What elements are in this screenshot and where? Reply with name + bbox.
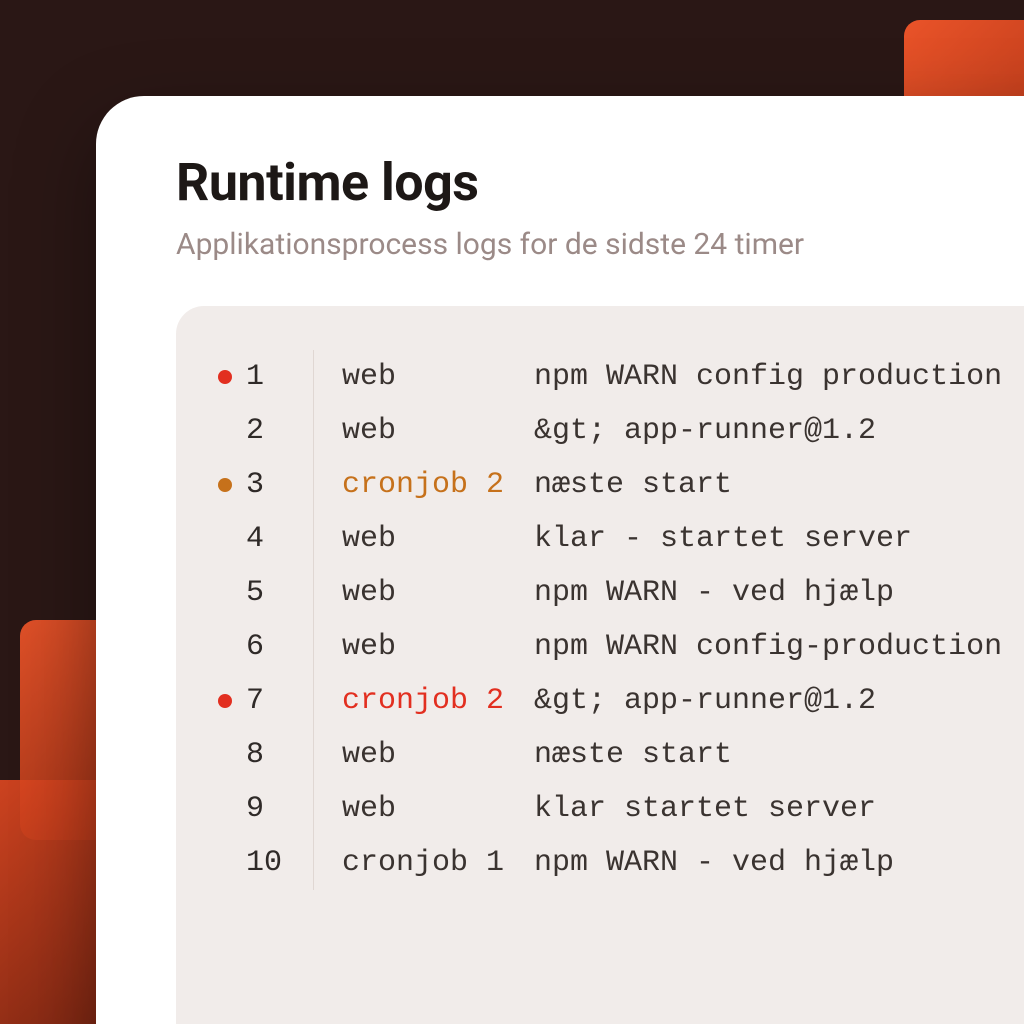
line-number: 4 bbox=[240, 512, 314, 566]
log-message: npm WARN - ved hjælp bbox=[530, 578, 894, 608]
line-number: 8 bbox=[240, 728, 314, 782]
red-status-dot-icon bbox=[218, 370, 232, 384]
log-message: &gt; app-runner@1.2 bbox=[530, 686, 876, 716]
log-message: npm WARN config production bbox=[530, 362, 1002, 392]
log-message: klar - startet server bbox=[530, 524, 912, 554]
status-dot-cell bbox=[210, 478, 240, 492]
log-source: web bbox=[314, 416, 530, 446]
logs-card: Runtime logs Applikationsprocess logs fo… bbox=[96, 96, 1024, 1024]
log-source: web bbox=[314, 794, 530, 824]
log-message: næste start bbox=[530, 470, 732, 500]
log-row[interactable]: 2web&gt; app-runner@1.2 bbox=[210, 404, 1024, 458]
line-number: 10 bbox=[240, 836, 314, 890]
amber-status-dot-icon bbox=[218, 478, 232, 492]
log-message: &gt; app-runner@1.2 bbox=[530, 416, 876, 446]
log-row[interactable]: 8webnæste start bbox=[210, 728, 1024, 782]
log-source: web bbox=[314, 578, 530, 608]
line-number: 5 bbox=[240, 566, 314, 620]
log-source: cronjob 2 bbox=[314, 470, 530, 500]
log-row[interactable]: 10cronjob 1npm WARN - ved hjælp bbox=[210, 836, 1024, 890]
line-number: 9 bbox=[240, 782, 314, 836]
status-dot-cell bbox=[210, 370, 240, 384]
log-source: web bbox=[314, 362, 530, 392]
line-number: 2 bbox=[240, 404, 314, 458]
line-number: 6 bbox=[240, 620, 314, 674]
log-row[interactable]: 9webklar startet server bbox=[210, 782, 1024, 836]
log-source: cronjob 1 bbox=[314, 848, 530, 878]
log-row[interactable]: 7cronjob 2&gt; app-runner@1.2 bbox=[210, 674, 1024, 728]
page-title: Runtime logs bbox=[176, 152, 1024, 213]
log-row[interactable]: 4webklar - startet server bbox=[210, 512, 1024, 566]
log-source: web bbox=[314, 524, 530, 554]
status-dot-cell bbox=[210, 694, 240, 708]
log-row[interactable]: 3cronjob 2næste start bbox=[210, 458, 1024, 512]
red-status-dot-icon bbox=[218, 694, 232, 708]
line-number: 7 bbox=[240, 674, 314, 728]
log-source: web bbox=[314, 632, 530, 662]
line-number: 1 bbox=[240, 350, 314, 404]
log-source: cronjob 2 bbox=[314, 686, 530, 716]
log-message: npm WARN - ved hjælp bbox=[530, 848, 894, 878]
log-row[interactable]: 5webnpm WARN - ved hjælp bbox=[210, 566, 1024, 620]
page-subtitle: Applikationsprocess logs for de sidste 2… bbox=[176, 227, 1024, 262]
log-message: klar startet server bbox=[530, 794, 876, 824]
line-number: 3 bbox=[240, 458, 314, 512]
log-message: næste start bbox=[530, 740, 732, 770]
log-panel: 1webnpm WARN config production2web&gt; a… bbox=[176, 306, 1024, 1024]
log-row[interactable]: 1webnpm WARN config production bbox=[210, 350, 1024, 404]
log-message: npm WARN config-production bbox=[530, 632, 1002, 662]
log-source: web bbox=[314, 740, 530, 770]
log-row[interactable]: 6webnpm WARN config-production bbox=[210, 620, 1024, 674]
